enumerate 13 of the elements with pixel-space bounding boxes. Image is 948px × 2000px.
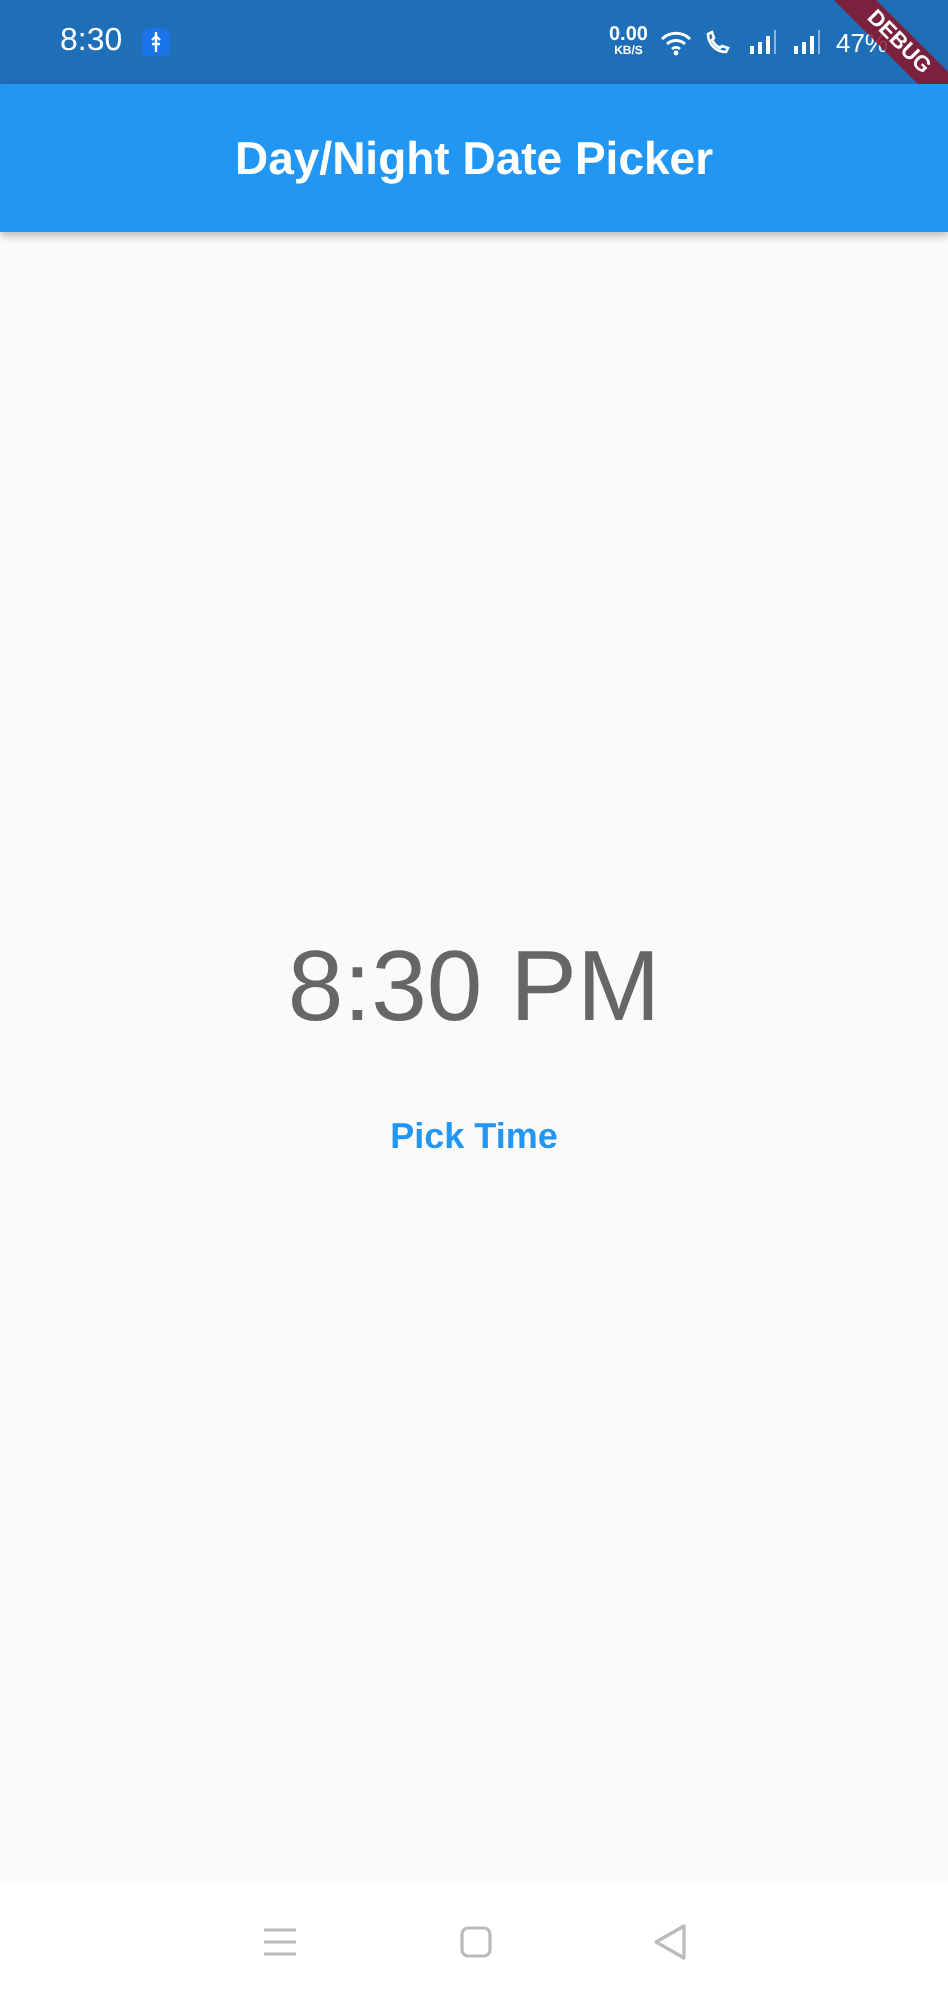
menu-icon[interactable] <box>261 1926 298 1958</box>
status-time: 8:30 <box>60 24 123 60</box>
home-icon[interactable] <box>459 1926 492 1958</box>
time-display: 8:30 PM <box>287 928 661 1044</box>
back-icon[interactable] <box>654 1924 687 1960</box>
signal-icon <box>791 30 824 54</box>
usb-icon <box>142 28 171 56</box>
wifi-icon <box>659 29 692 55</box>
speed-value: 0.00 <box>609 26 648 46</box>
signal-icon <box>747 30 780 54</box>
app-title: Day/Night Date Picker <box>234 131 714 185</box>
phone-icon <box>703 28 736 56</box>
pick-time-button[interactable]: Pick Time <box>370 1104 578 1170</box>
